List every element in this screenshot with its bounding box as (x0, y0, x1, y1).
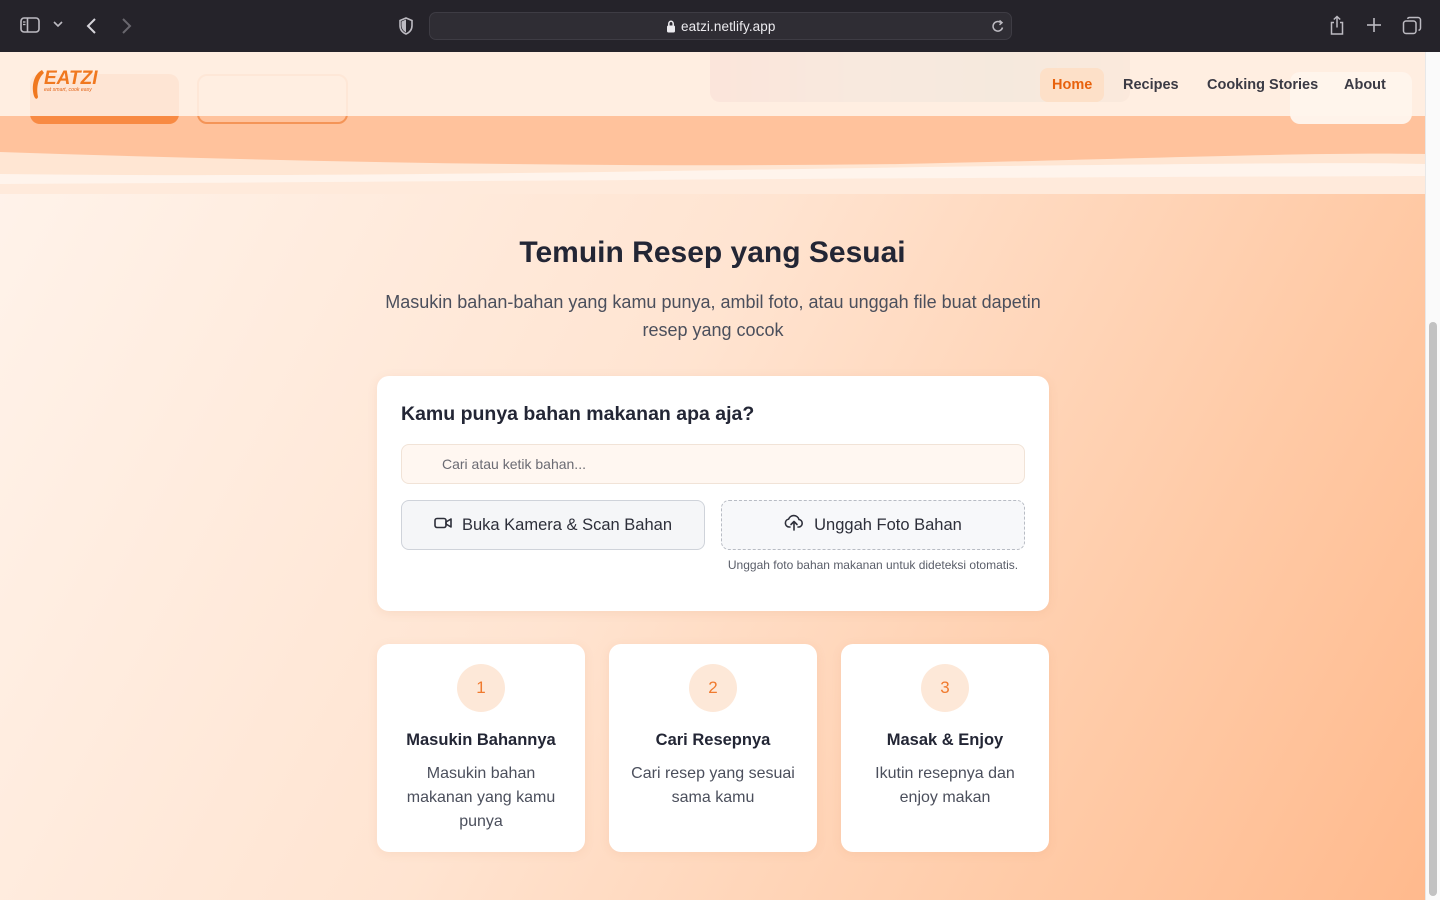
open-camera-button[interactable]: Buka Kamera & Scan Bahan (401, 500, 705, 550)
step-card: 1 Masukin Bahannya Masukin bahan makanan… (377, 644, 585, 852)
step-description: Masukin bahan makanan yang kamu punya (406, 765, 556, 830)
eatzi-logo[interactable]: EATZI eat smart, cook easy (30, 64, 102, 109)
step-title: Masak & Enjoy (886, 731, 1004, 749)
shield-icon[interactable] (398, 17, 414, 35)
video-camera-icon (434, 516, 452, 535)
chevron-down-icon[interactable] (53, 20, 63, 28)
page-title: Temuin Resep yang Sesuai (519, 236, 906, 269)
wave-divider (0, 152, 1425, 194)
reload-icon[interactable] (991, 19, 1005, 34)
sidebar-icon[interactable] (20, 16, 40, 34)
ingredient-search-input[interactable] (401, 444, 1025, 484)
browser-toolbar: eatzi.netlify.app (0, 0, 1440, 52)
nav-cooking-stories[interactable]: Cooking Stories (1195, 68, 1330, 102)
page-scrollbar[interactable] (1425, 52, 1440, 900)
step-description: Cari resep yang sesuai sama kamu (631, 765, 795, 806)
page-subtitle: Masukin bahan-bahan yang kamu punya, amb… (385, 292, 1041, 340)
upload-note: Unggah foto bahan makanan untuk dideteks… (727, 558, 1019, 572)
scrollbar-thumb[interactable] (1429, 322, 1437, 896)
site-navbar: EATZI eat smart, cook easy Home Recipes … (0, 52, 1425, 116)
step-card: 3 Masak & Enjoy Ikutin resepnya dan enjo… (841, 644, 1049, 852)
step-number-badge: 3 (921, 664, 969, 712)
search-card-heading: Kamu punya bahan makanan apa aja? (401, 403, 755, 425)
step-title: Masukin Bahannya (406, 731, 556, 749)
nav-home[interactable]: Home (1040, 68, 1105, 102)
cloud-upload-icon (784, 514, 804, 536)
share-icon[interactable] (1328, 15, 1346, 36)
step-title: Cari Resepnya (655, 731, 771, 749)
step-number-badge: 2 (689, 664, 737, 712)
nav-recipes[interactable]: Recipes (1111, 68, 1191, 102)
ingredient-search-card: Kamu punya bahan makanan apa aja? Buka K… (377, 376, 1049, 611)
page-viewport: EATZI eat smart, cook easy Home Recipes … (0, 52, 1440, 900)
logo-tagline: eat smart, cook easy (44, 87, 92, 93)
upload-photo-label: Unggah Foto Bahan (814, 515, 962, 534)
url-text: eatzi.netlify.app (681, 19, 776, 34)
back-icon[interactable] (84, 16, 100, 36)
forward-icon[interactable] (118, 16, 134, 36)
tabs-icon[interactable] (1402, 16, 1422, 35)
open-camera-label: Buka Kamera & Scan Bahan (461, 515, 673, 534)
nav-about[interactable]: About (1332, 68, 1398, 102)
lock-icon (666, 20, 676, 33)
step-card: 2 Cari Resepnya Cari resep yang sesuai s… (609, 644, 817, 852)
step-number-badge: 1 (457, 664, 505, 712)
address-bar[interactable]: eatzi.netlify.app (429, 12, 1012, 40)
step-description: Ikutin resepnya dan enjoy makan (875, 765, 1015, 806)
upload-photo-button[interactable]: Unggah Foto Bahan (721, 500, 1025, 550)
logo-text: EATZI (44, 68, 98, 89)
plus-icon[interactable] (1365, 16, 1383, 34)
